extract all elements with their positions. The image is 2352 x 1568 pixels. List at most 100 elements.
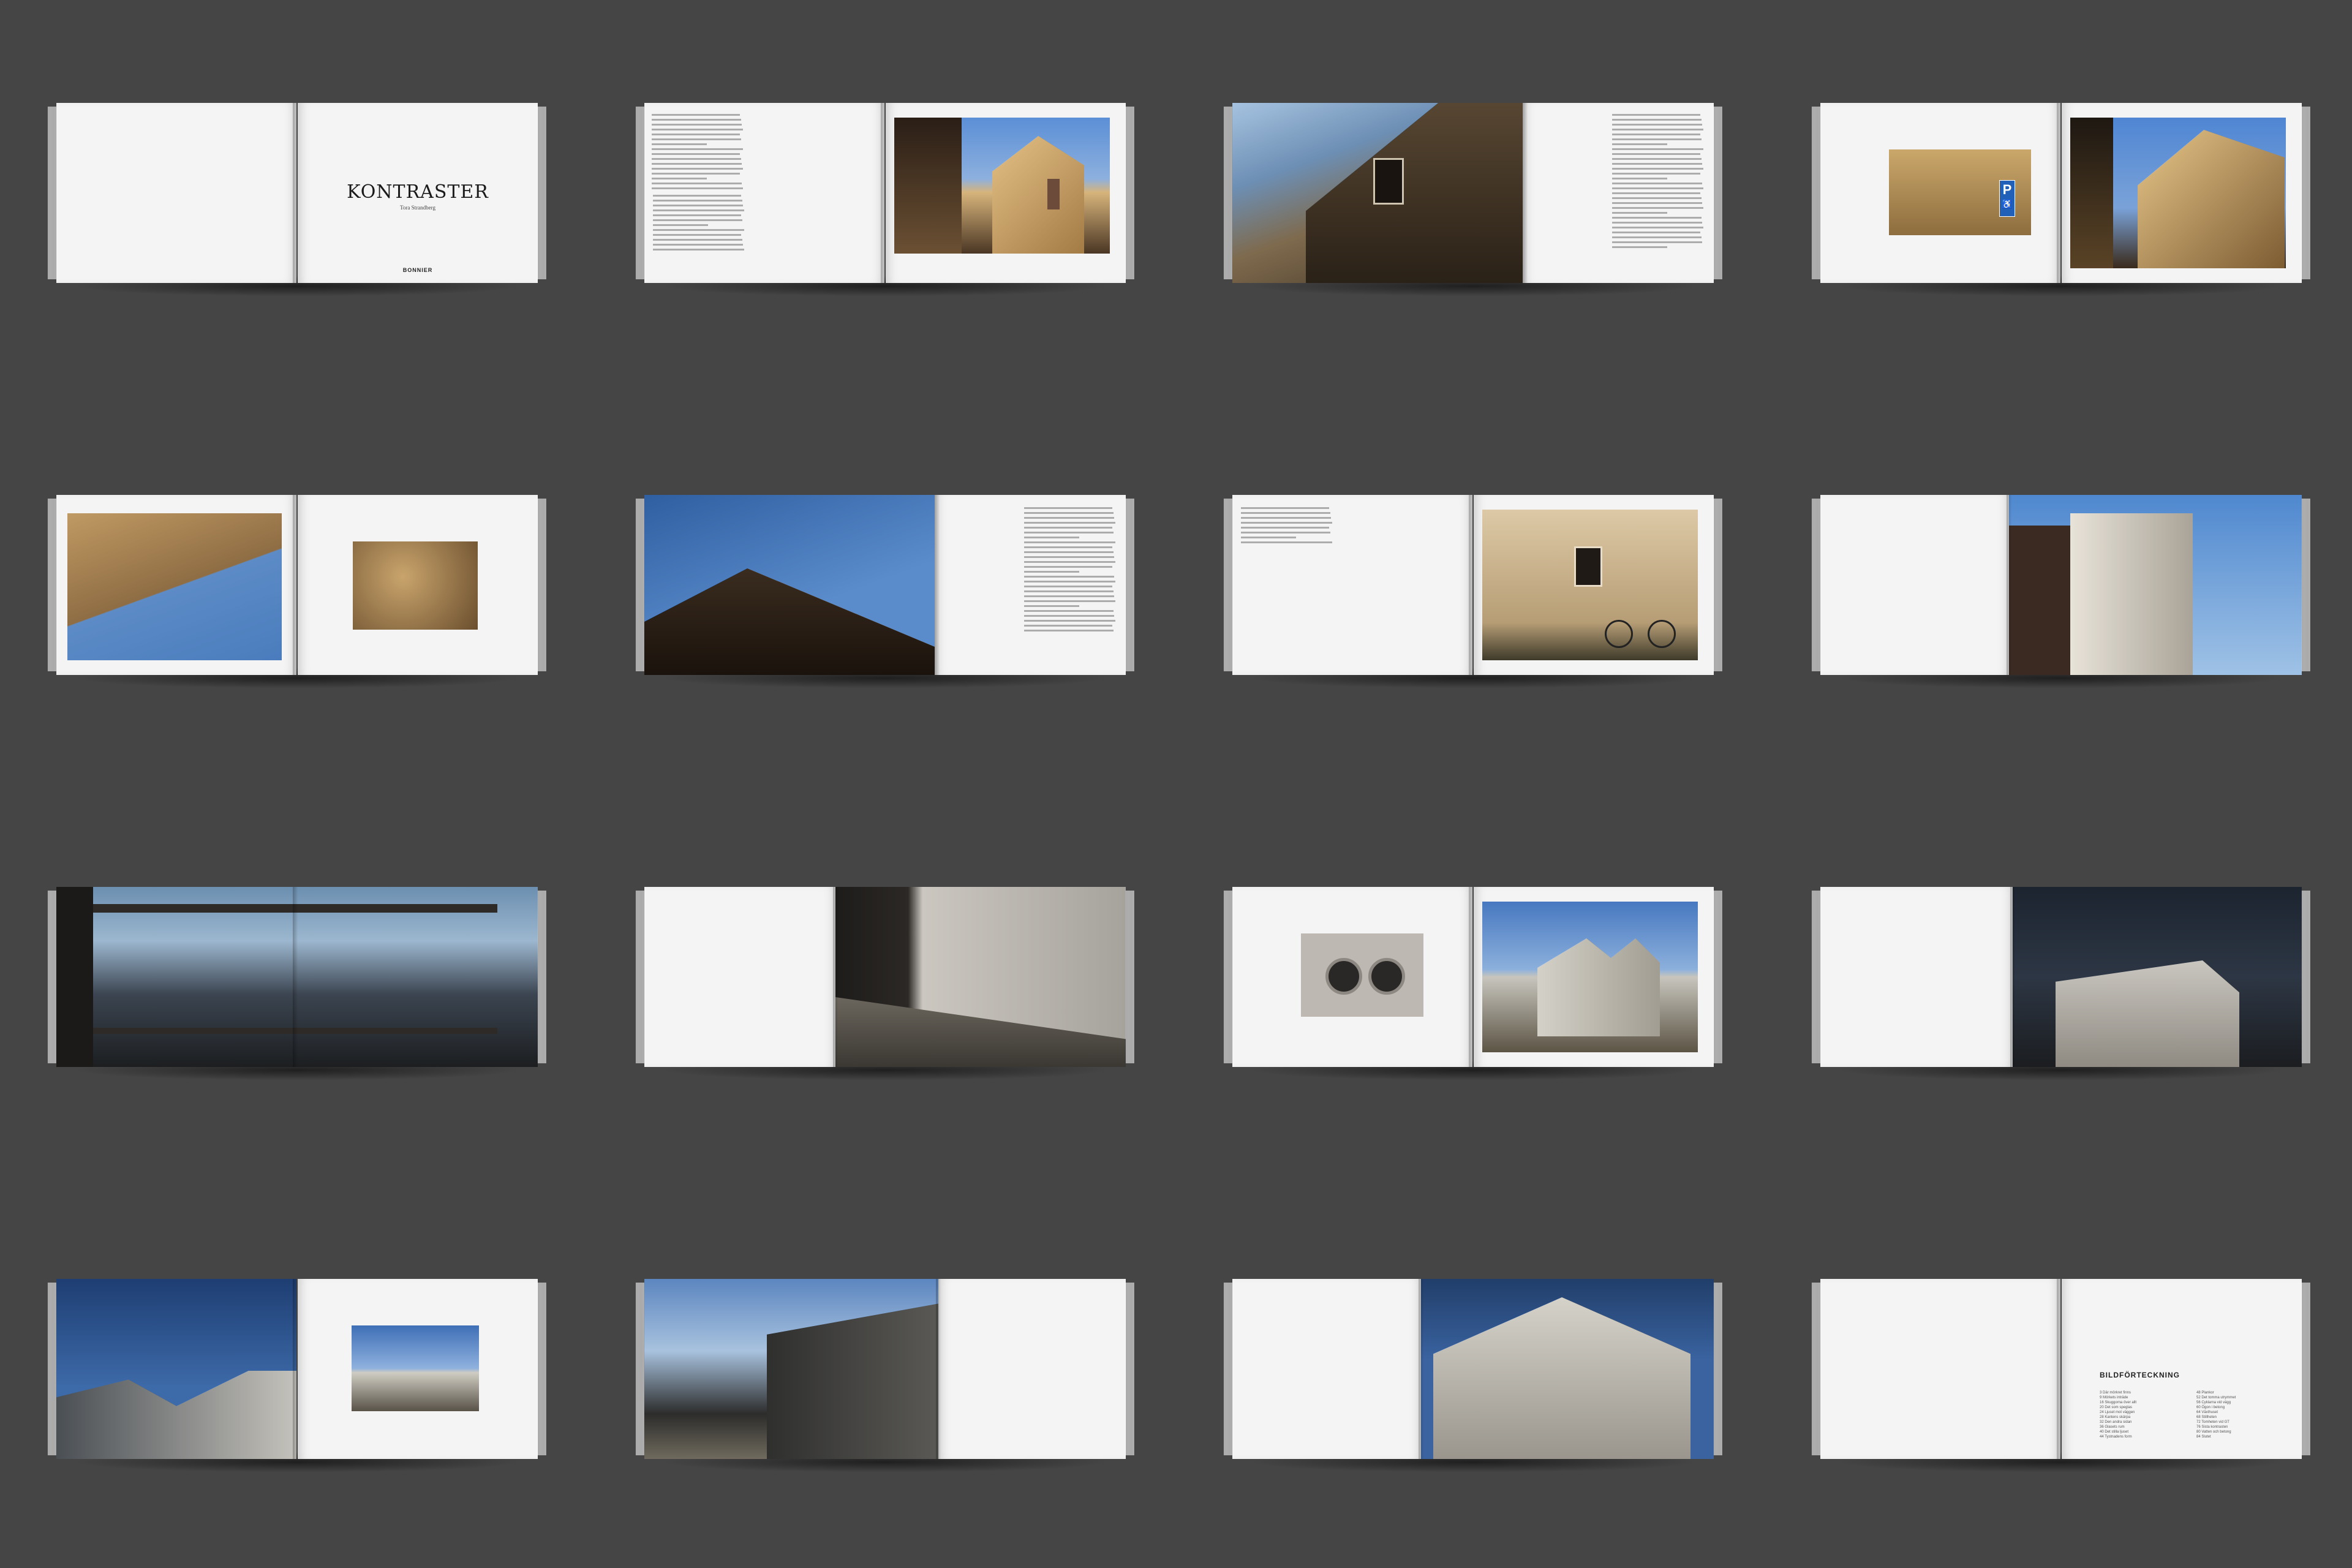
- text-line: [1024, 522, 1115, 524]
- spread-blank-bike-racks[interactable]: [636, 887, 1134, 1080]
- text-line: [1024, 512, 1114, 514]
- right-page: [935, 495, 1126, 675]
- spread-greenhouse-blank[interactable]: [636, 1279, 1134, 1472]
- left-page: [56, 495, 296, 675]
- left-page: [1232, 103, 1526, 283]
- photo-facade-diagonal: [67, 513, 282, 660]
- left-page: [644, 103, 884, 283]
- text-line: [1612, 168, 1703, 170]
- text-line: [1024, 590, 1114, 592]
- text-line: [1612, 114, 1700, 116]
- right-page: [1474, 887, 1714, 1067]
- toc-entry: 36 Glasets rum: [2100, 1425, 2125, 1429]
- text-line: [653, 239, 742, 241]
- spread-picture-index[interactable]: BILDFÖRTECKNING 3 Där mörkret finns 9 Mör…: [1812, 1279, 2310, 1472]
- page-edge: [2301, 891, 2310, 1063]
- page-edge: [1125, 1283, 1134, 1455]
- text-line: [1612, 222, 1702, 224]
- text-line: [1612, 143, 1667, 145]
- gutter: [2007, 495, 2015, 675]
- spread-blank-modern[interactable]: [1812, 495, 2310, 688]
- left-page: [644, 495, 938, 675]
- text-line: [1241, 537, 1296, 538]
- spread-facade-shadows[interactable]: [48, 495, 546, 688]
- body-text: [652, 114, 744, 192]
- gutter: [2057, 1279, 2065, 1459]
- spread-cornice-text[interactable]: [636, 495, 1134, 688]
- spread-glass-bridge[interactable]: [48, 887, 546, 1080]
- body-text: [1241, 507, 1333, 546]
- page-edge: [1713, 107, 1722, 279]
- book-title: KONTRASTER: [347, 181, 489, 203]
- page-edge: [1125, 499, 1134, 671]
- text-line: [1612, 134, 1700, 135]
- spread-blank-gable-shadow[interactable]: [1224, 1279, 1722, 1472]
- text-line: [652, 114, 740, 116]
- gutter: [1469, 887, 1477, 1067]
- left-page: [1232, 495, 1472, 675]
- text-line: [652, 143, 707, 145]
- spread-blank-sink[interactable]: [1812, 887, 2310, 1080]
- toc-entry: 64 Växthuset: [2196, 1411, 2218, 1414]
- text-line: [1241, 532, 1330, 533]
- page-edge: [1125, 107, 1134, 279]
- text-line: [652, 173, 740, 175]
- right-page: [1421, 1279, 1714, 1459]
- right-page: BILDFÖRTECKNING 3 Där mörkret finns 9 Mör…: [2062, 1279, 2302, 1459]
- text-line: [1024, 561, 1115, 563]
- spread-photo-text-1[interactable]: [1224, 103, 1722, 296]
- text-line: [1024, 571, 1079, 573]
- text-line: [1612, 153, 1700, 155]
- text-line: [1612, 192, 1700, 194]
- right-page: [835, 887, 1126, 1067]
- text-line: [1612, 202, 1702, 204]
- spread-text-bicycle[interactable]: [1224, 495, 1722, 688]
- toc-entry: 16 Skuggorna över allt: [2100, 1401, 2137, 1404]
- spread-greenhouse-gable[interactable]: [48, 1279, 546, 1472]
- text-line: [1612, 236, 1702, 238]
- text-line: [1024, 537, 1079, 538]
- toc-entry: 24 Ljuset mot väggen: [2100, 1411, 2135, 1414]
- toc-entry: 60 Ögon i betong: [2196, 1406, 2225, 1409]
- toc-entry: 9 Mörkets inträde: [2100, 1396, 2128, 1400]
- text-line: [1612, 246, 1667, 248]
- spread-sign-house[interactable]: P ♿: [1812, 103, 2310, 296]
- text-line: [1612, 217, 1702, 219]
- photo-greenhouse-small: [352, 1325, 479, 1411]
- toc-entry: 40 Det stilla ljuset: [2100, 1430, 2129, 1434]
- text-line: [1024, 595, 1114, 597]
- text-line: [1024, 556, 1114, 558]
- text-line: [1612, 124, 1702, 126]
- spread-portholes-greenhouse[interactable]: [1224, 887, 1722, 1080]
- text-line: [1612, 119, 1702, 121]
- left-page: [1820, 887, 2014, 1067]
- body-text: [1612, 114, 1704, 251]
- page-edge: [2301, 107, 2310, 279]
- left-page: [1232, 887, 1472, 1067]
- gutter: [2057, 103, 2065, 283]
- left-page: [1820, 1279, 2060, 1459]
- spread-title[interactable]: KONTRASTER Tora Strandberg BONNIER: [48, 103, 546, 296]
- text-line: [1612, 163, 1702, 165]
- left-page: [56, 103, 296, 283]
- text-line: [652, 138, 741, 140]
- page-edge: [1713, 1283, 1722, 1455]
- right-page: [298, 495, 538, 675]
- photo-long-greenhouse: [644, 1279, 940, 1459]
- right-page: [298, 1279, 538, 1459]
- photo-bicycle-wall: [1482, 510, 1698, 660]
- page-edge: [537, 107, 546, 279]
- toc-entry: 3 Där mörkret finns: [2100, 1391, 2132, 1395]
- page-edge: [1125, 891, 1134, 1063]
- text-line: [1612, 158, 1702, 160]
- spread-text-photo-1[interactable]: [636, 103, 1134, 296]
- text-line: [653, 229, 744, 231]
- page-edge: [537, 1283, 546, 1455]
- gutter: [936, 1279, 944, 1459]
- text-line: [652, 178, 707, 179]
- text-line: [652, 187, 743, 189]
- text-line: [652, 119, 741, 121]
- right-page: [886, 103, 1126, 283]
- text-line: [1024, 620, 1115, 622]
- text-line: [1024, 630, 1114, 631]
